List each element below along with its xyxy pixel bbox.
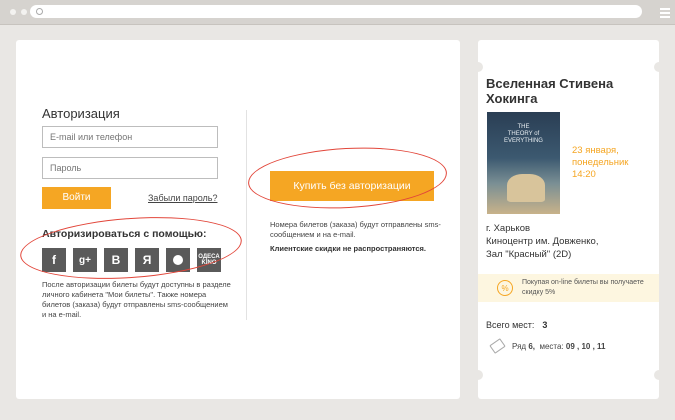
email-field[interactable]	[42, 126, 218, 148]
percent-icon: %	[497, 280, 513, 296]
film-title: Вселенная Стивена Хокинга	[486, 76, 614, 106]
time-line: 14:20	[572, 169, 596, 180]
promo-text: Покупая on-line билеты вы получаете скид…	[522, 279, 644, 296]
seats-label: места:	[539, 341, 564, 351]
poster-text-line: THE	[517, 124, 530, 130]
poster-text-line: EVERYTHING	[504, 138, 543, 144]
seats-total: Всего мест: 3	[486, 320, 547, 330]
ticket-notch	[654, 62, 664, 72]
buy-note: Номера билетов (заказа) будут отправлены…	[270, 220, 441, 239]
browser-bar	[0, 0, 675, 25]
row-label: Ряд	[512, 341, 527, 351]
film-poster: THE THEORY of EVERYTHING	[487, 112, 560, 214]
ticket-notch	[654, 370, 664, 380]
panel-divider	[246, 110, 247, 320]
discount-note: Клиентские скидки не распространяются.	[270, 244, 426, 253]
seats-total-value: 3	[542, 320, 548, 330]
city: г. Харьков	[486, 223, 531, 234]
after-auth-note: После авторизации билеты будут доступны …	[42, 280, 231, 319]
forgot-password-link[interactable]: Забыли пароль?	[148, 193, 217, 203]
date-line: 23 января,	[572, 145, 619, 156]
auth-title: Авторизация	[42, 106, 120, 121]
menu-icon[interactable]	[660, 8, 670, 20]
hall-name: Зал "Красный" (2D)	[486, 249, 572, 260]
promo-banner: % Покупая on-line билеты вы получаете ск…	[478, 274, 659, 302]
cinema-info: г. Харьков Киноцентр им. Довженко, Зал "…	[486, 222, 656, 261]
ticket-notch	[473, 62, 483, 72]
seats-total-label: Всего мест:	[486, 320, 535, 330]
poster-text-line: THEORY of	[507, 131, 540, 137]
weekday-line: понедельник	[572, 157, 629, 168]
seats-value: 09 , 10 , 11	[565, 341, 606, 351]
ticket-notch	[473, 370, 483, 380]
auth-panel: Авторизация Войти Забыли пароль? Авториз…	[16, 40, 460, 399]
row-value: 6,	[528, 341, 535, 351]
search-icon	[36, 8, 43, 15]
address-bar[interactable]	[30, 5, 642, 18]
cinema-name: Киноцентр им. Довженко,	[486, 236, 599, 247]
session-date: 23 января, понедельник 14:20	[572, 145, 628, 181]
ticket-seats-row: Ряд 6, места: 09 , 10 , 11	[489, 338, 606, 354]
password-field[interactable]	[42, 157, 218, 179]
login-button[interactable]: Войти	[42, 187, 111, 209]
